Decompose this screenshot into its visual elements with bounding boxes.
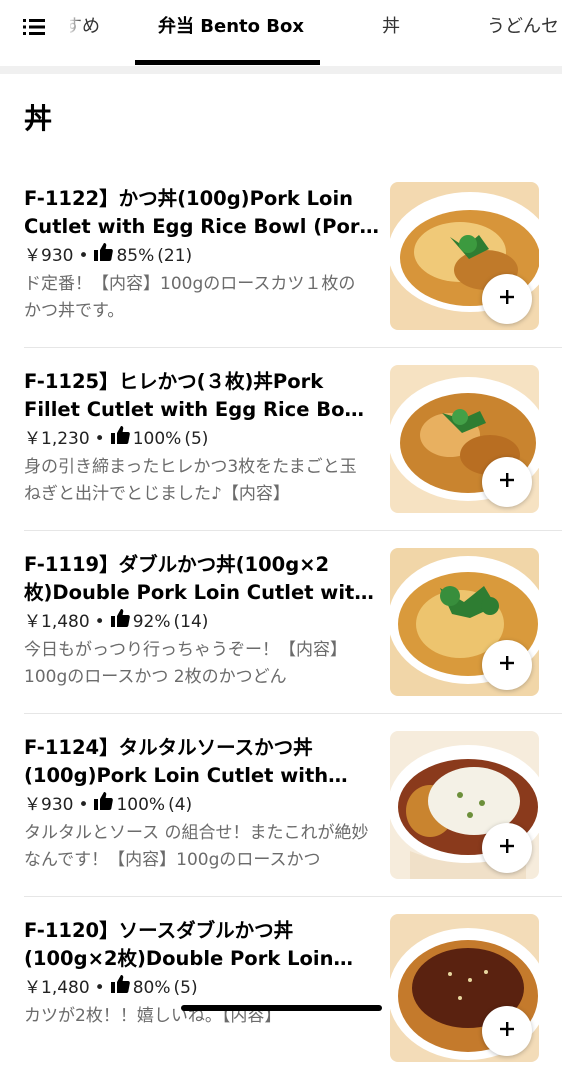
item-meta: ￥930 • 100% (4) (24, 791, 192, 819)
item-title: F-1124】タルタルソースかつ丼(100g)Pork Loin Cutlet … (24, 736, 329, 787)
add-to-cart-button[interactable] (482, 640, 532, 690)
header-divider (0, 66, 562, 74)
thumbs-up-icon (93, 242, 114, 270)
meta-separator: • (94, 429, 105, 449)
plus-icon (499, 472, 515, 492)
item-price: ￥1,230 (24, 429, 90, 449)
item-rating: 85% (116, 246, 155, 266)
item-description: 今日もがっつり行っちゃうぞー！【内容】100gのロースかつ 2枚のかつどん (24, 640, 347, 687)
item-price: ￥1,480 (24, 612, 90, 632)
section-title: 丼 (24, 102, 53, 135)
plus-icon (499, 289, 515, 309)
thumbs-up-icon (110, 608, 130, 636)
item-price: ￥930 (24, 246, 74, 266)
item-rating: 100% (116, 795, 166, 815)
item-rating-count: (5) (173, 978, 198, 998)
plus-icon (499, 655, 515, 675)
add-to-cart-button[interactable] (482, 823, 532, 873)
item-rating: 92% (132, 612, 171, 632)
category-tab-bar: おすすめ 弁当 Bento Box 丼 うどんセット (0, 0, 562, 66)
item-price: ￥930 (24, 795, 74, 815)
item-meta: ￥1,480 • 80% (5) (24, 974, 198, 1002)
item-meta: ￥1,230 • 100% (5) (24, 425, 208, 453)
menu-item[interactable]: F-1119】ダブルかつ丼(100g×2枚)Double Pork Loin C… (0, 531, 562, 714)
menu-item[interactable]: F-1122】かつ丼(100g)Pork Loin Cutlet with Eg… (0, 165, 562, 348)
tab-udon-set[interactable]: うどんセット (487, 14, 562, 40)
item-description: タルタルとソース の組合せ！またこれが絶妙なんです！【内容】100gのロースかつ (24, 823, 369, 870)
menu-item[interactable]: F-1125】ヒレかつ(３枚)丼Pork Fillet Cutlet with … (0, 348, 562, 531)
list-menu-icon (23, 18, 47, 36)
item-meta: ￥1,480 • 92% (14) (24, 608, 208, 636)
item-price: ￥1,480 (24, 978, 90, 998)
menu-button[interactable] (0, 0, 70, 54)
add-to-cart-button[interactable] (482, 457, 532, 507)
item-rating-count: (5) (184, 429, 209, 449)
item-meta: ￥930 • 85% (21) (24, 242, 192, 270)
home-indicator[interactable] (181, 1005, 382, 1011)
meta-separator: • (94, 612, 105, 632)
meta-separator: • (78, 795, 89, 815)
tab-donburi[interactable]: 丼 (382, 14, 400, 40)
item-rating-count: (4) (168, 795, 193, 815)
menu-item[interactable]: F-1124】タルタルソースかつ丼(100g)Pork Loin Cutlet … (0, 714, 562, 897)
item-rating-count: (14) (173, 612, 209, 632)
active-tab-indicator (135, 60, 320, 65)
item-title: F-1120】ソースダブルかつ丼(100g×2枚)Double Pork Loi… (24, 919, 334, 970)
item-description: ド定番！【内容】100gのロースカツ１枚のかつ丼です。 (24, 274, 356, 321)
item-rating: 80% (132, 978, 171, 998)
plus-icon (499, 838, 515, 858)
item-title: F-1125】ヒレかつ(３枚)丼Pork Fillet Cutlet with … (24, 370, 370, 421)
add-to-cart-button[interactable] (482, 274, 532, 324)
item-title: F-1119】ダブルかつ丼(100g×2枚)Double Pork Loin C… (24, 553, 369, 604)
thumbs-up-icon (93, 791, 114, 819)
item-title: F-1122】かつ丼(100g)Pork Loin Cutlet with Eg… (24, 187, 373, 238)
tab-bento-box[interactable]: 弁当 Bento Box (158, 14, 304, 40)
item-rating-count: (21) (157, 246, 193, 266)
meta-separator: • (78, 246, 89, 266)
thumbs-up-icon (110, 974, 130, 1002)
item-description: 身の引き締まったヒレかつ3枚をたまごと玉ねぎと出汁でとじました♪【内容】 (24, 457, 357, 504)
menu-item[interactable]: F-1120】ソースダブルかつ丼(100g×2枚)Double Pork Loi… (0, 897, 562, 1080)
thumbs-up-icon (110, 425, 130, 453)
item-rating: 100% (132, 429, 182, 449)
add-to-cart-button[interactable] (482, 1006, 532, 1056)
meta-separator: • (94, 978, 105, 998)
plus-icon (499, 1021, 515, 1041)
